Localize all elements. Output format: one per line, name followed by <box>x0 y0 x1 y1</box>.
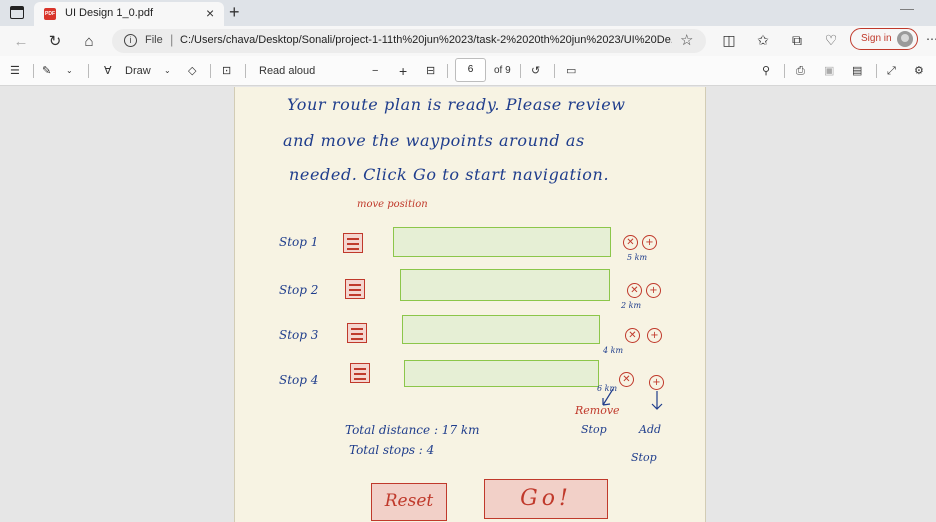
fit-page-icon[interactable]: ⊟ <box>426 62 435 80</box>
read-aloud-button[interactable]: Read aloud <box>259 62 315 80</box>
total-stops: Total stops : 4 <box>349 443 435 457</box>
go-button[interactable]: Go! <box>484 479 608 519</box>
pdf-toolbar: ☰ ✎ ⌄ ∀ Draw ⌄ ◇ ⊡ Read aloud − + ⊟ 6 of… <box>0 56 936 86</box>
stop-3-drag-handle-icon[interactable] <box>347 323 367 343</box>
url-separator: | <box>170 32 174 47</box>
toolbar-divider <box>784 64 785 78</box>
new-tab-icon[interactable]: + <box>229 2 240 22</box>
stop-1-remove-icon[interactable]: ✕ <box>623 235 638 250</box>
fullscreen-icon[interactable]: ⤢ <box>887 62 896 80</box>
stop-4-input[interactable] <box>404 360 599 387</box>
eraser-icon[interactable]: ◇ <box>188 62 196 80</box>
toolbar-divider <box>245 64 246 78</box>
print-icon[interactable]: ⎙ <box>796 62 805 80</box>
text-box-icon[interactable]: ⊡ <box>222 62 231 80</box>
more-options-icon[interactable]: ⋯ <box>926 32 936 46</box>
home-icon[interactable]: ⌂ <box>80 33 98 51</box>
stop-2-distance: 2 km <box>621 301 642 310</box>
rotate-icon[interactable]: ↺ <box>531 62 540 80</box>
toolbar-divider <box>88 64 89 78</box>
stop-3-input[interactable] <box>402 315 600 344</box>
draw-dropdown-icon[interactable]: ⌄ <box>164 62 171 80</box>
page-count: of 9 <box>494 65 511 76</box>
add-stop-note-line-1: Add <box>639 423 662 436</box>
page-view-icon[interactable]: ▭ <box>566 62 576 80</box>
back-arrow-icon[interactable]: ← <box>12 33 30 51</box>
stop-1-drag-handle-icon[interactable] <box>343 233 363 253</box>
stop-2-add-icon[interactable]: + <box>646 283 661 298</box>
toolbar-divider <box>876 64 877 78</box>
intro-line-3: needed. Click Go to start navigation. <box>289 165 610 184</box>
intro-line-1: Your route plan is ready. Please review <box>287 95 626 114</box>
remove-stop-note-line-1: Remove <box>575 404 620 417</box>
draw-label[interactable]: Draw <box>125 62 151 80</box>
toolbar-divider <box>554 64 555 78</box>
stop-2-remove-icon[interactable]: ✕ <box>627 283 642 298</box>
tab-title: UI Design 1_0.pdf <box>65 7 154 19</box>
sign-in-label: Sign in <box>861 33 892 44</box>
title-bar: PDF UI Design 1_0.pdf × + — <box>0 0 936 26</box>
go-button-label: Go! <box>520 486 572 511</box>
zoom-in-icon[interactable]: + <box>399 62 407 80</box>
page-number-input[interactable]: 6 <box>455 58 486 82</box>
stop-1-add-icon[interactable]: + <box>642 235 657 250</box>
settings-gear-icon[interactable]: ⚙ <box>914 62 924 80</box>
contents-icon[interactable]: ☰ <box>10 62 20 80</box>
stop-2-label: Stop 2 <box>279 283 319 297</box>
url-text[interactable]: C:/Users/chava/Desktop/Sonali/project-1-… <box>180 34 672 46</box>
sign-in-button[interactable]: Sign in <box>850 28 918 50</box>
highlight-dropdown-icon[interactable]: ⌄ <box>66 62 73 80</box>
tab-close-icon[interactable]: × <box>206 6 214 20</box>
favorites-icon[interactable]: ✩ <box>753 30 773 50</box>
url-bar[interactable]: i File | C:/Users/chava/Desktop/Sonali/p… <box>112 29 706 53</box>
stop-2-drag-handle-icon[interactable] <box>345 279 365 299</box>
collections-icon[interactable]: ⧉ <box>787 30 807 50</box>
toolbar-divider <box>447 64 448 78</box>
stop-3-label: Stop 3 <box>279 328 319 342</box>
pdf-viewer[interactable]: Your route plan is ready. Please review … <box>0 87 936 522</box>
intro-line-2: and move the waypoints around as <box>283 131 585 150</box>
add-stop-note-line-2: Stop <box>631 451 657 464</box>
browser-essentials-icon[interactable]: ♡ <box>821 30 841 50</box>
avatar <box>897 31 913 47</box>
reload-icon[interactable]: ↻ <box>46 33 64 51</box>
toolbar-divider <box>210 64 211 78</box>
total-distance: Total distance : 17 km <box>345 423 480 437</box>
zoom-out-icon[interactable]: − <box>372 62 378 80</box>
info-icon[interactable]: i <box>124 34 137 47</box>
pdf-page: Your route plan is ready. Please review … <box>234 87 706 522</box>
minimize-icon[interactable]: — <box>900 0 914 16</box>
split-screen-icon[interactable]: ◫ <box>719 30 739 50</box>
remove-stop-note-line-2: Stop <box>581 423 607 436</box>
search-icon[interactable]: ⚲ <box>762 62 770 80</box>
stop-3-remove-icon[interactable]: ✕ <box>625 328 640 343</box>
pdf-file-icon: PDF <box>44 8 56 20</box>
reset-button-label: Reset <box>384 491 434 511</box>
stop-1-label: Stop 1 <box>279 235 319 249</box>
stop-3-add-icon[interactable]: + <box>647 328 662 343</box>
window-menu-icon[interactable] <box>10 6 24 19</box>
url-scheme: File <box>145 34 163 46</box>
save-icon[interactable]: ▣ <box>824 62 834 80</box>
stop-1-distance: 5 km <box>627 253 648 262</box>
stop-1-input[interactable] <box>393 227 611 257</box>
toolbar-divider <box>520 64 521 78</box>
stop-4-label: Stop 4 <box>279 373 319 387</box>
stop-2-input[interactable] <box>400 269 610 301</box>
toolbar-divider <box>33 64 34 78</box>
browser-tab[interactable]: PDF UI Design 1_0.pdf × <box>34 2 224 26</box>
stop-4-remove-icon[interactable]: ✕ <box>619 372 634 387</box>
favorite-star-icon[interactable]: ☆ <box>680 31 693 49</box>
reset-button[interactable]: Reset <box>371 483 447 521</box>
stop-4-drag-handle-icon[interactable] <box>350 363 370 383</box>
save-as-icon[interactable]: ▤ <box>852 62 862 80</box>
draw-icon[interactable]: ∀ <box>104 62 112 80</box>
stop-3-distance: 4 km <box>603 346 624 355</box>
highlight-icon[interactable]: ✎ <box>42 62 51 80</box>
move-position-note: move position <box>357 199 428 210</box>
